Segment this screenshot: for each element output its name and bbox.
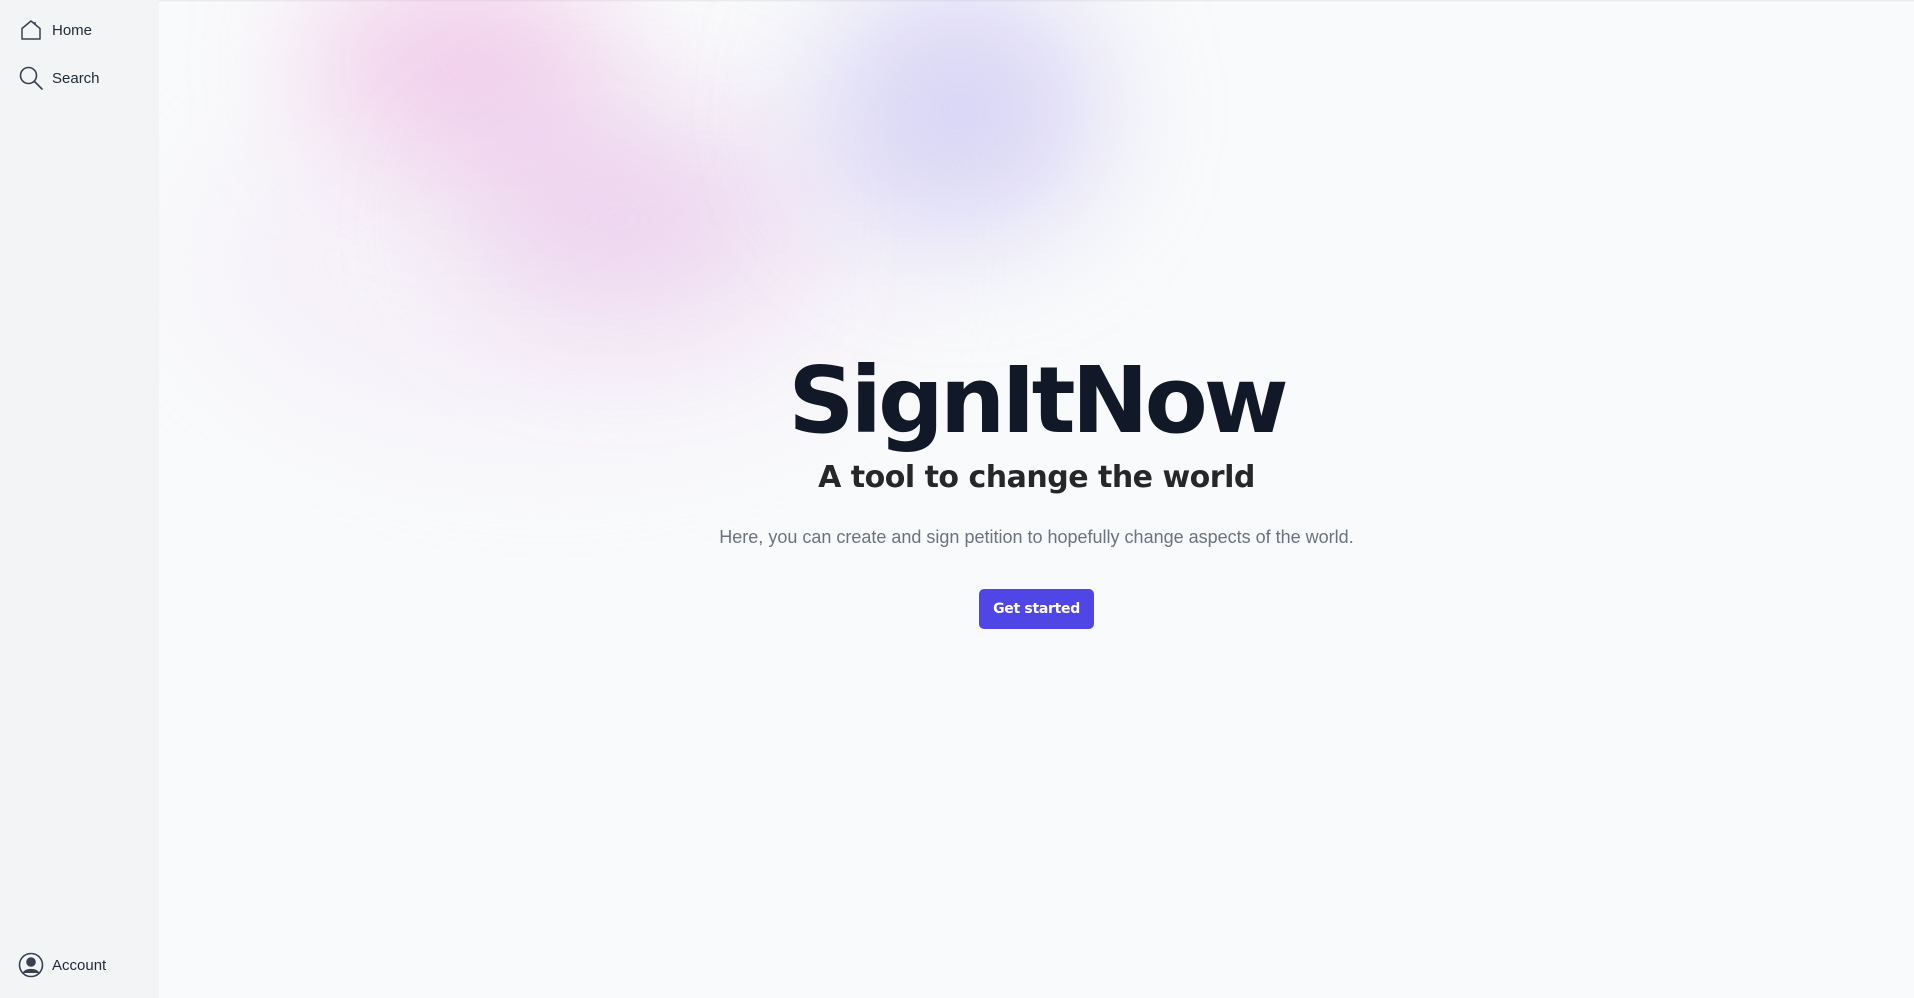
sidebar-item-home[interactable]: Home xyxy=(18,17,92,43)
sidebar-item-label: Search xyxy=(52,69,100,87)
main-content: SignItNow A tool to change the world Her… xyxy=(159,0,1914,998)
sidebar-item-account[interactable]: Account xyxy=(18,952,106,978)
page-title: SignItNow xyxy=(788,347,1289,454)
sidebar-item-label: Home xyxy=(52,21,93,39)
hero-description: Here, you can create and sign petition t… xyxy=(719,527,1354,547)
account-icon xyxy=(18,952,44,978)
hero-section: SignItNow A tool to change the world Her… xyxy=(159,345,1914,629)
page-subtitle: A tool to change the world xyxy=(818,460,1255,495)
sidebar: Home Search Account xyxy=(0,0,159,998)
get-started-button[interactable]: Get started xyxy=(979,589,1094,629)
background-gradient xyxy=(459,120,779,320)
app-root: Home Search Account SignItNow A tool to … xyxy=(0,0,1914,998)
home-icon xyxy=(18,17,44,43)
sidebar-item-label: Account xyxy=(52,956,107,974)
sidebar-item-search[interactable]: Search xyxy=(18,65,100,91)
search-icon xyxy=(18,65,44,91)
